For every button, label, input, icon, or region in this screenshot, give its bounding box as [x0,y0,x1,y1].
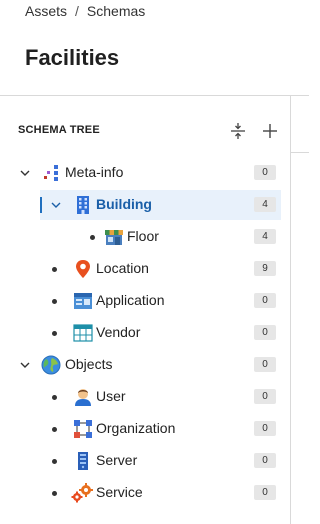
tree-node-service[interactable]: Service 0 [0,478,290,508]
header-divider [0,95,309,96]
tree-node-server[interactable]: Server 0 [0,446,290,476]
globe-icon [41,355,61,375]
count-badge: 0 [254,485,276,500]
schema-tree-title: SCHEMA TREE [18,124,100,136]
breadcrumb: Assets / Schemas [25,2,145,20]
tree-node-label: Vendor [96,324,141,340]
plus-icon [263,124,277,138]
bullet-icon [52,427,57,432]
count-badge: 4 [254,197,276,212]
bullet-icon [52,299,57,304]
location-pin-icon [73,259,93,279]
count-badge: 0 [254,453,276,468]
schema-tree-header: SCHEMA TREE [18,121,283,141]
floor-icon [104,227,124,247]
tree-node-application[interactable]: Application 0 [0,286,290,316]
collapse-all-button[interactable] [228,121,248,141]
user-icon [73,387,93,407]
tree-node-label: Floor [127,228,159,244]
count-badge: 0 [254,165,276,180]
bullet-icon [52,459,57,464]
tree-node-label: Server [96,452,138,468]
chevron-down-icon[interactable] [49,198,63,212]
tree-node-location[interactable]: Location 9 [0,254,290,284]
tree-node-label: Objects [65,356,113,372]
count-badge: 9 [254,261,276,276]
count-badge: 0 [254,357,276,372]
panel-divider[interactable] [290,95,291,524]
count-badge: 0 [254,421,276,436]
bullet-icon [52,331,57,336]
tree-node-label: User [96,388,126,404]
tree-node-meta-info[interactable]: Meta-info 0 [0,158,290,188]
tree-node-user[interactable]: User 0 [0,382,290,412]
organization-icon [73,419,93,439]
collapse-all-icon [231,123,245,139]
tree-node-organization[interactable]: Organization 0 [0,414,290,444]
count-badge: 4 [254,229,276,244]
selection-indicator [40,197,42,213]
tree-node-floor[interactable]: Floor 4 [0,222,290,252]
page-title: Facilities [25,45,120,70]
bullet-icon [52,395,57,400]
bullet-icon [52,267,57,272]
add-schema-button[interactable] [260,121,280,141]
breadcrumb-schemas[interactable]: Schemas [87,3,145,19]
tree-node-vendor[interactable]: Vendor 0 [0,318,290,348]
tree-node-building[interactable]: Building 4 [0,190,290,220]
vendor-icon [73,323,93,343]
count-badge: 0 [254,293,276,308]
application-icon [73,291,93,311]
bullet-icon [52,491,57,496]
tree-node-label: Organization [96,420,176,436]
server-icon [73,451,93,471]
content-header-divider [291,152,309,153]
count-badge: 0 [254,389,276,404]
meta-info-icon [42,163,62,183]
tree-node-label: Meta-info [65,164,124,180]
tree-node-label: Building [96,196,152,212]
chevron-down-icon[interactable] [18,358,32,372]
bullet-icon [90,235,95,240]
tree-node-objects[interactable]: Objects 0 [0,350,290,380]
service-icon [71,483,93,503]
tree-node-label: Application [96,292,165,308]
chevron-down-icon[interactable] [18,166,32,180]
breadcrumb-separator: / [75,3,79,19]
tree-node-label: Service [96,484,143,500]
breadcrumb-assets[interactable]: Assets [25,3,67,19]
building-icon [73,195,93,215]
tree-node-label: Location [96,260,149,276]
count-badge: 0 [254,325,276,340]
